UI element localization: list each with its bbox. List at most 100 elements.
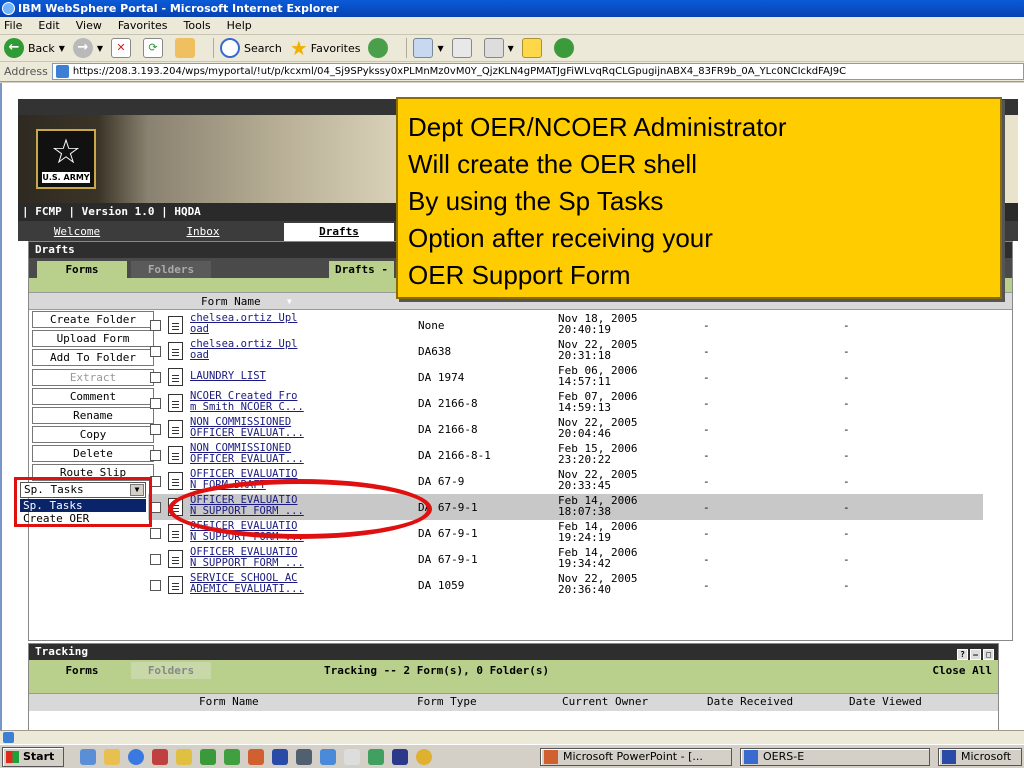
taskbar-item-word[interactable]: Microsoft <box>938 748 1022 766</box>
table-row[interactable]: chelsea.ortiz Upl oad None Nov 18, 2005 20… <box>148 312 983 338</box>
menu-help[interactable]: Help <box>227 19 252 32</box>
menu-edit[interactable]: Edit <box>38 19 59 32</box>
form-name-link[interactable]: chelsea.ortiz Upl oad <box>190 313 350 335</box>
form-name-link[interactable]: OFFICER EVALUATIO N SUPPORT FORM ... <box>190 547 350 569</box>
row-checkbox[interactable] <box>150 450 161 461</box>
row-checkbox[interactable] <box>150 398 161 409</box>
rename-button[interactable]: Rename <box>32 407 154 424</box>
form-name-link[interactable]: SERVICE SCHOOL AC ADEMIC EVALUATI... <box>190 573 350 595</box>
table-row[interactable]: LAUNDRY LIST DA 1974 Feb 06, 2006 14:57:1… <box>148 364 983 390</box>
tracking-subtab-folders[interactable]: Folders <box>131 662 211 679</box>
search-button[interactable]: Search <box>220 37 282 59</box>
subtab-folders[interactable]: Folders <box>131 261 211 278</box>
copy-button[interactable]: Copy <box>32 426 154 443</box>
forward-button[interactable]: → ▼ <box>72 37 103 59</box>
row-checkbox[interactable] <box>150 372 161 383</box>
favorites-button[interactable]: ★ Favorites <box>290 36 361 60</box>
edit-button[interactable]: ▼ <box>483 37 514 59</box>
option-create-oer[interactable]: Create OER <box>20 512 146 525</box>
tab-welcome[interactable]: Welcome <box>32 223 122 241</box>
col-form-name[interactable]: Form Name <box>201 294 261 310</box>
col-date-viewed[interactable]: Date Viewed <box>849 695 922 708</box>
col-form-type[interactable]: Form Type <box>417 695 477 708</box>
menu-view[interactable]: View <box>76 19 102 32</box>
menu-tools[interactable]: Tools <box>184 19 211 32</box>
current-owner: - <box>703 501 710 514</box>
upload-form-button[interactable]: Upload Form <box>32 330 154 347</box>
app-icon[interactable] <box>416 749 432 765</box>
table-row[interactable]: OFFICER EVALUATIO N SUPPORT FORM ... DA 6… <box>148 546 983 572</box>
notes-button[interactable] <box>521 37 546 59</box>
delete-button[interactable]: Delete <box>32 445 154 462</box>
app-icon[interactable] <box>368 749 384 765</box>
app-icon[interactable] <box>224 749 240 765</box>
refresh-button[interactable]: ⟳ <box>143 37 167 59</box>
form-name-link[interactable]: NON COMMISSIONED OFFICER EVALUAT... <box>190 417 350 439</box>
subtab-forms[interactable]: Forms <box>37 261 127 278</box>
document-icon <box>168 342 183 360</box>
tab-drafts[interactable]: Drafts <box>284 223 394 241</box>
powerpoint-icon[interactable] <box>248 749 264 765</box>
tracking-subtab-forms[interactable]: Forms <box>37 662 127 679</box>
add-to-folder-button[interactable]: Add To Folder <box>32 349 154 366</box>
back-button[interactable]: ← Back ▼ <box>4 37 65 59</box>
table-row[interactable]: NCOER Created Fro m Smith NCOER C... DA 2… <box>148 390 983 416</box>
comment-button[interactable]: Comment <box>32 388 154 405</box>
create-folder-button[interactable]: Create Folder <box>32 311 154 328</box>
row-checkbox[interactable] <box>150 528 161 539</box>
quicklaunch-icon[interactable] <box>80 749 96 765</box>
app-icon[interactable] <box>392 749 408 765</box>
table-row[interactable]: SERVICE SCHOOL AC ADEMIC EVALUATI... DA 1… <box>148 572 983 598</box>
taskbar-item-oers[interactable]: OERS-E <box>740 748 930 766</box>
form-name-link[interactable]: LAUNDRY LIST <box>190 371 350 382</box>
minimize-icon[interactable]: – <box>970 649 981 660</box>
print-button[interactable] <box>451 37 476 59</box>
folder-icon[interactable] <box>104 749 120 765</box>
home-button[interactable] <box>175 37 199 59</box>
row-checkbox[interactable] <box>150 580 161 591</box>
help-icon[interactable]: ? <box>957 649 968 660</box>
app-icon[interactable] <box>320 749 336 765</box>
table-row[interactable]: chelsea.ortiz Upl oad DA638 Nov 22, 2005 2… <box>148 338 983 364</box>
col-form-name[interactable]: Form Name <box>199 695 259 708</box>
sort-arrow-icon: ▼ <box>287 297 292 306</box>
tab-inbox[interactable]: Inbox <box>168 223 238 241</box>
form-name-link[interactable]: NCOER Created Fro m Smith NCOER C... <box>190 391 350 413</box>
col-date-received[interactable]: Date Received <box>707 695 793 708</box>
app-icon[interactable] <box>296 749 312 765</box>
history-button[interactable] <box>368 37 392 59</box>
maximize-icon[interactable]: □ <box>983 649 994 660</box>
sp-tasks-select[interactable]: Sp. Tasks ▼ <box>20 482 146 498</box>
table-row[interactable]: NON COMMISSIONED OFFICER EVALUAT... DA 21… <box>148 416 983 442</box>
address-input[interactable]: https://208.3.193.204/wps/myportal/!ut/p… <box>51 63 1024 80</box>
menu-favorites[interactable]: Favorites <box>118 19 168 32</box>
row-checkbox[interactable] <box>150 346 161 357</box>
word-icon[interactable] <box>272 749 288 765</box>
key-icon[interactable] <box>176 749 192 765</box>
taskbar-item-powerpoint[interactable]: Microsoft PowerPoint - [... <box>540 748 732 766</box>
excel-icon[interactable] <box>200 749 216 765</box>
mail-button[interactable]: ▼ <box>413 37 444 59</box>
col-current-owner[interactable]: Current Owner <box>562 695 648 708</box>
form-name-link[interactable]: chelsea.ortiz Upl oad <box>190 339 350 361</box>
ie-icon[interactable] <box>128 749 144 765</box>
toolbar-separator <box>213 38 215 58</box>
form-name-link[interactable]: NON COMMISSIONED OFFICER EVALUAT... <box>190 443 350 465</box>
stop-button[interactable]: ✕ <box>111 37 135 59</box>
row-checkbox[interactable] <box>150 424 161 435</box>
option-sp-tasks[interactable]: Sp. Tasks <box>20 499 146 512</box>
messenger-button[interactable] <box>553 37 578 59</box>
chevron-down-icon[interactable]: ▼ <box>130 484 144 496</box>
row-checkbox[interactable] <box>150 554 161 565</box>
tracking-subtabs: Forms Folders Tracking -- 2 Form(s), 0 F… <box>29 660 998 680</box>
app-icon[interactable] <box>344 749 360 765</box>
menu-file[interactable]: File <box>4 19 22 32</box>
app-icon[interactable] <box>152 749 168 765</box>
table-row[interactable]: NON COMMISSIONED OFFICER EVALUAT... DA 21… <box>148 442 983 468</box>
start-button[interactable]: Start <box>2 747 64 767</box>
extract-button[interactable]: Extract <box>32 369 154 386</box>
row-checkbox[interactable] <box>150 320 161 331</box>
form-date: Nov 22, 2005 20:36:40 <box>558 572 638 596</box>
close-all-link[interactable]: Close All <box>932 662 992 679</box>
date-viewed: - <box>843 319 850 332</box>
